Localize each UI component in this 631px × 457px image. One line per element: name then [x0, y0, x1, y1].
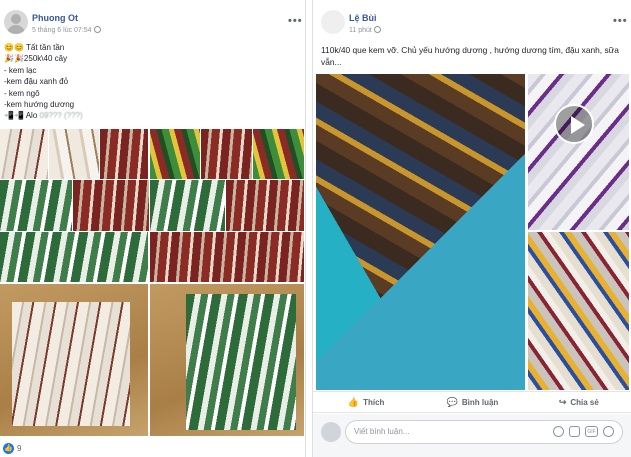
- photo-thumb[interactable]: [49, 129, 99, 179]
- more-options-icon[interactable]: •••: [288, 15, 303, 27]
- post-line-2: 🎉🎉250k\40 cây: [4, 54, 68, 64]
- post-line-7: 📲📲 Alo 09??? (???): [4, 111, 83, 121]
- emoji-icon[interactable]: [553, 426, 564, 437]
- avatar: [321, 422, 341, 442]
- timestamp-text[interactable]: 5 tháng 6 lúc 07:54: [32, 27, 92, 34]
- photo-thumb[interactable]: [73, 180, 149, 231]
- avatar[interactable]: [321, 10, 345, 34]
- more-options-icon[interactable]: •••: [613, 15, 628, 27]
- like-count: 9: [17, 443, 22, 453]
- photo-thumb[interactable]: [150, 129, 200, 179]
- post-line-5: - kem ngô: [4, 88, 40, 98]
- photo-thumb[interactable]: [0, 232, 148, 282]
- globe-icon: [373, 26, 381, 33]
- camera-icon[interactable]: [569, 426, 580, 437]
- comment-icon: 💬: [446, 396, 458, 407]
- party-emoji-icon: 🎉🎉: [4, 54, 24, 64]
- photo-thumb[interactable]: [226, 180, 304, 231]
- photo-grid: [316, 74, 629, 390]
- avatar[interactable]: [4, 10, 28, 34]
- post-actions-bar: 👍 Thích 💬 Bình luận ↪ Chia sẻ: [313, 391, 631, 413]
- photo-large[interactable]: [150, 284, 304, 436]
- photo-grid: [0, 129, 304, 436]
- gif-icon[interactable]: GIF: [585, 426, 598, 437]
- photo-thumb[interactable]: [528, 232, 629, 390]
- like-reaction-icon: 👍: [3, 442, 14, 454]
- post-line-1: 😊😊 Tất tần tần: [4, 43, 65, 52]
- sticker-icon[interactable]: [603, 426, 614, 437]
- photo-thumb[interactable]: [150, 180, 225, 231]
- phone-emoji-icon: 📲📲: [4, 111, 24, 121]
- globe-icon: [93, 26, 101, 33]
- comment-tools: GIF: [553, 426, 614, 437]
- comment-input[interactable]: Viết bình luận... GIF: [345, 420, 623, 444]
- post-line-6: -kem hướng dương: [4, 100, 75, 110]
- like-button[interactable]: 👍 Thích: [313, 392, 419, 412]
- photo-thumb[interactable]: [201, 129, 252, 179]
- phone-number[interactable]: 09??? (???): [40, 111, 83, 120]
- reactions-summary[interactable]: 👍 9: [3, 441, 21, 455]
- timestamp-text[interactable]: 11 phút: [349, 27, 372, 34]
- post-timestamp[interactable]: 5 tháng 6 lúc 07:54: [32, 26, 101, 34]
- photo-large[interactable]: [316, 74, 525, 390]
- post-timestamp[interactable]: 11 phút: [349, 26, 381, 34]
- post-line-4: -kem đậu xanh đỏ: [4, 77, 69, 87]
- play-icon[interactable]: [554, 104, 594, 144]
- thumbs-up-icon: 👍: [347, 396, 360, 407]
- photo-large[interactable]: [0, 284, 148, 436]
- post-text: 110k/40 que kem vỡ. Chủ yếu hướng dương …: [321, 45, 619, 67]
- post-line-3: - kem lạc: [4, 65, 37, 75]
- photo-thumb[interactable]: [150, 232, 304, 282]
- comment-button[interactable]: 💬 Bình luận: [419, 392, 525, 412]
- post-phuong-ot: Phuong Ot 5 tháng 6 lúc 07:54 ••• 😊😊 Tất…: [0, 0, 306, 457]
- share-icon: ↪: [558, 396, 567, 407]
- photo-thumb[interactable]: [100, 129, 148, 179]
- video-thumb[interactable]: [528, 74, 629, 230]
- comment-placeholder: Viết bình luận...: [354, 427, 410, 436]
- facebook-feed: Phuong Ot 5 tháng 6 lúc 07:54 ••• 😊😊 Tất…: [0, 0, 631, 457]
- post-header: Phuong Ot 5 tháng 6 lúc 07:54 •••: [4, 6, 302, 40]
- smile-emoji-icon: 😊😊: [4, 43, 24, 52]
- share-button[interactable]: ↪ Chia sẻ: [526, 392, 631, 412]
- post-header: Lệ Bùi 11 phút •••: [317, 6, 628, 40]
- photo-thumb[interactable]: [0, 129, 48, 179]
- photo-thumb[interactable]: [253, 129, 304, 179]
- post-le-bui: Lệ Bùi 11 phút ••• 110k/40 que kem vỡ. C…: [312, 0, 631, 457]
- comment-composer: Viết bình luận... GIF: [313, 414, 631, 457]
- author-name[interactable]: Lệ Bùi: [349, 13, 377, 23]
- post-text: 😊😊 Tất tần tần 🎉🎉250k\40 cây - kem lạc -…: [4, 42, 184, 122]
- photo-thumb[interactable]: [0, 180, 72, 231]
- author-name[interactable]: Phuong Ot: [32, 13, 78, 23]
